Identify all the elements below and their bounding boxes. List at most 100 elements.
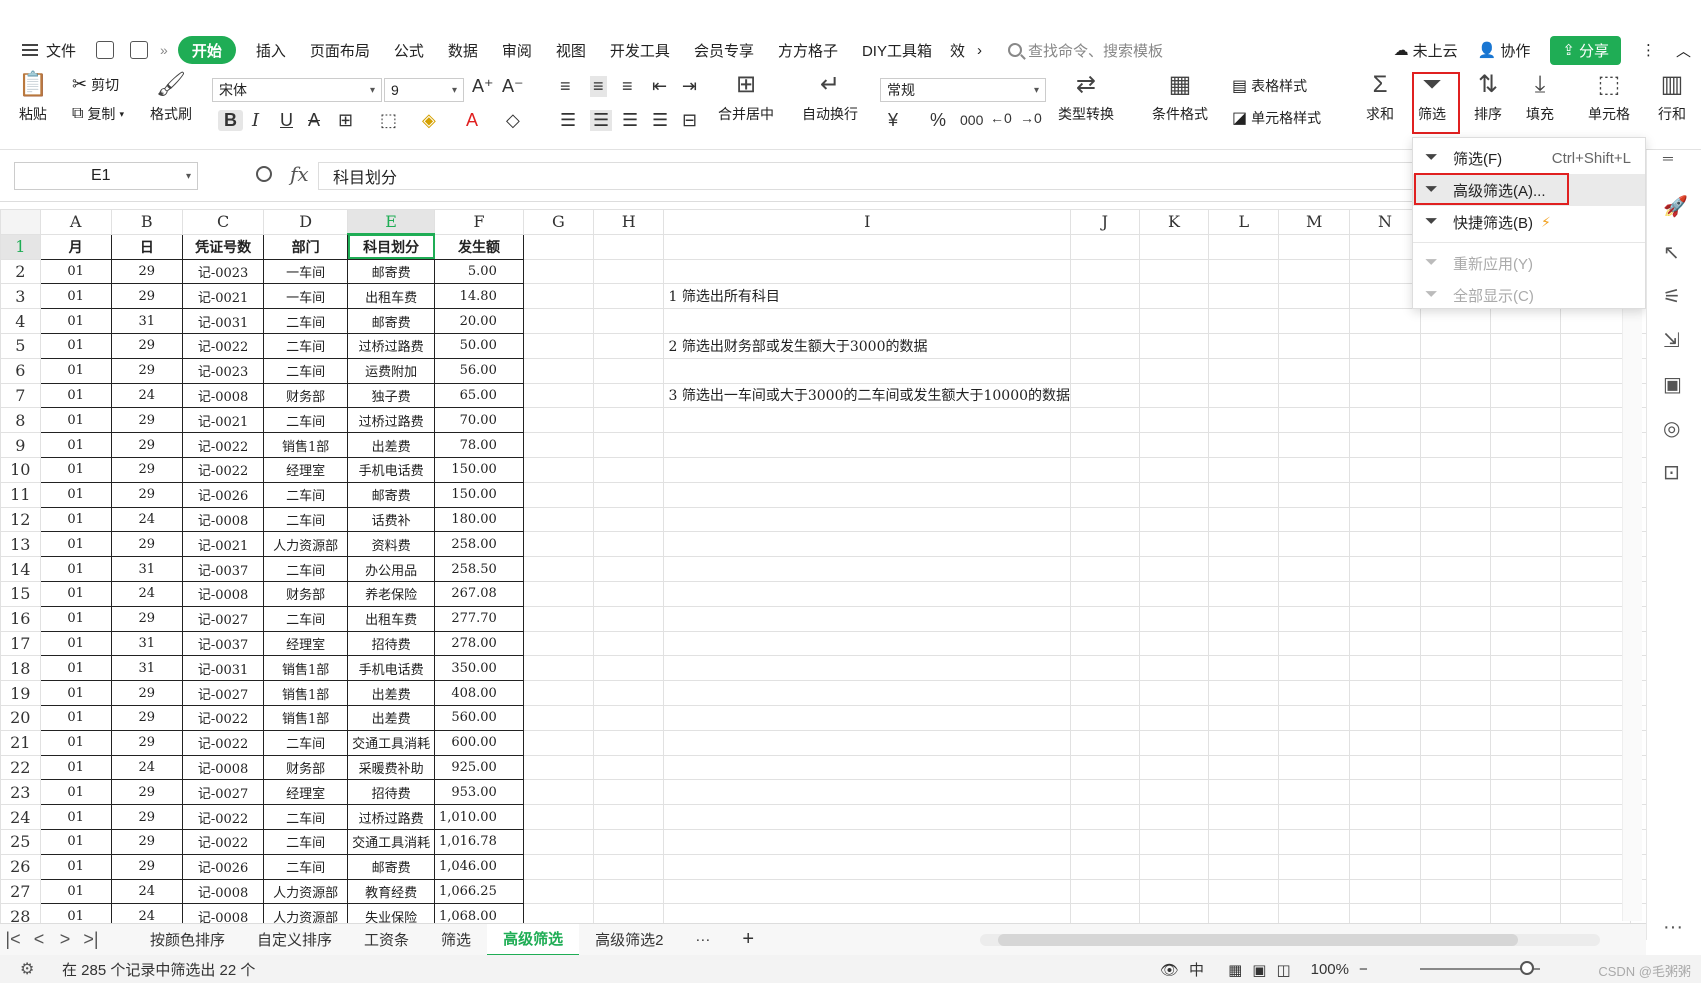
cell[interactable] (1489, 878, 1561, 905)
cell[interactable] (1278, 456, 1351, 483)
row-header[interactable]: 8 (0, 407, 41, 434)
cell[interactable]: 01 (39, 456, 112, 483)
cell[interactable] (522, 506, 595, 533)
decrease-font-icon[interactable]: A⁻ (502, 76, 524, 97)
cell[interactable] (1489, 605, 1561, 632)
cell[interactable]: 二车间 (263, 729, 349, 756)
cell[interactable] (1208, 258, 1280, 285)
cell[interactable]: 二车间 (263, 506, 349, 533)
cell[interactable]: 29 (110, 779, 183, 806)
image-icon[interactable]: ▣ (1663, 372, 1682, 397)
cell[interactable] (1559, 779, 1631, 806)
cell[interactable]: 24 (110, 382, 183, 409)
cell[interactable] (1489, 481, 1561, 508)
cell[interactable] (522, 878, 595, 905)
cell[interactable] (1208, 680, 1280, 706)
cell[interactable]: 29 (110, 258, 183, 285)
sheet-tab-payslip[interactable]: 工资条 (348, 924, 425, 956)
more-sheets-button[interactable]: ··· (679, 924, 726, 956)
fill-button[interactable]: ⤓ 填充 (1526, 70, 1554, 124)
cell[interactable] (1208, 531, 1280, 558)
sheet-tab-custom-sort[interactable]: 自定义排序 (241, 924, 348, 956)
cell[interactable] (663, 506, 1072, 533)
cell[interactable] (1138, 729, 1210, 756)
cell[interactable] (1208, 828, 1280, 855)
cell[interactable] (1349, 531, 1421, 558)
column-header[interactable]: H (593, 209, 665, 235)
cell[interactable]: 财务部 (263, 382, 349, 409)
cell[interactable] (663, 754, 1072, 781)
column-header[interactable]: I (663, 209, 1072, 235)
column-header[interactable]: J (1070, 209, 1140, 235)
wrap-text-button[interactable]: ↵ 自动换行 (802, 70, 858, 124)
cell[interactable]: 01 (39, 704, 112, 731)
cell[interactable] (1349, 580, 1421, 607)
cell[interactable] (663, 258, 1072, 285)
cell[interactable]: 29 (110, 804, 183, 830)
cell[interactable]: 29 (110, 407, 183, 434)
cell[interactable]: 24 (110, 878, 183, 905)
column-header[interactable]: K (1138, 209, 1210, 235)
cell[interactable] (1489, 531, 1561, 558)
align-center-icon[interactable]: ☰ (590, 110, 613, 131)
tab-insert[interactable]: 插入 (244, 36, 298, 64)
cell[interactable] (1419, 630, 1491, 657)
row-header[interactable]: 14 (0, 556, 41, 582)
cell[interactable]: 180.00 (434, 506, 524, 533)
cell[interactable] (593, 531, 665, 558)
cell[interactable] (1559, 407, 1631, 434)
cell[interactable] (1419, 655, 1491, 682)
cell[interactable] (663, 680, 1072, 706)
cell[interactable] (663, 630, 1072, 657)
cell[interactable]: 二车间 (263, 357, 349, 384)
cell[interactable]: 教育经费 (347, 878, 436, 905)
cell[interactable] (1278, 729, 1351, 756)
cell[interactable] (1278, 506, 1351, 533)
cell[interactable] (1349, 754, 1421, 781)
cell[interactable] (1489, 308, 1561, 334)
collapse-ribbon-icon[interactable]: ︿ (1676, 40, 1691, 61)
cell[interactable] (1138, 804, 1210, 830)
cell[interactable]: 01 (39, 630, 112, 657)
cell[interactable]: 邮寄费 (347, 258, 436, 285)
cell[interactable]: 01 (39, 729, 112, 756)
cell[interactable] (1070, 878, 1140, 905)
cell[interactable] (1559, 605, 1631, 632)
cell[interactable]: 150.00 (434, 481, 524, 508)
cell[interactable] (1278, 580, 1351, 607)
cell[interactable]: 记-0037 (181, 630, 265, 657)
cell[interactable] (1208, 754, 1280, 781)
cell[interactable] (1349, 605, 1421, 632)
cell[interactable] (1559, 655, 1631, 682)
row-header[interactable]: 21 (0, 729, 41, 756)
cell[interactable]: 记-0021 (181, 531, 265, 558)
cell[interactable] (1070, 283, 1140, 310)
thousands-button[interactable]: 000 (960, 112, 983, 128)
cell[interactable] (1138, 456, 1210, 483)
cell[interactable] (1278, 754, 1351, 781)
sidebar-handle-icon[interactable]: ═ (1663, 150, 1673, 166)
cell[interactable] (1278, 432, 1351, 458)
cell[interactable] (593, 680, 665, 706)
cell[interactable] (1070, 704, 1140, 731)
tab-data[interactable]: 数据 (436, 36, 490, 64)
cell[interactable]: 二车间 (263, 556, 349, 582)
cell[interactable] (1138, 506, 1210, 533)
cell[interactable] (1278, 233, 1351, 260)
cell[interactable] (593, 283, 665, 310)
cell[interactable] (522, 432, 595, 458)
conditional-format-button[interactable]: ▦ 条件格式 (1152, 70, 1208, 124)
cell[interactable]: 记-0022 (181, 332, 265, 359)
book-icon[interactable]: ⊡ (1663, 460, 1680, 485)
cell[interactable]: 记-0008 (181, 878, 265, 905)
cell[interactable] (522, 680, 595, 706)
cell-button[interactable]: ⬚ 单元格 (1588, 70, 1630, 124)
cell[interactable] (1489, 332, 1561, 359)
cell[interactable] (522, 283, 595, 310)
cell[interactable]: 经理室 (263, 630, 349, 657)
cell[interactable]: 50.00 (434, 332, 524, 359)
cell[interactable] (1070, 630, 1140, 657)
cell[interactable] (663, 580, 1072, 607)
page-break-view-icon[interactable]: ▣ (1252, 961, 1266, 979)
file-menu[interactable]: 文件 (0, 36, 88, 64)
